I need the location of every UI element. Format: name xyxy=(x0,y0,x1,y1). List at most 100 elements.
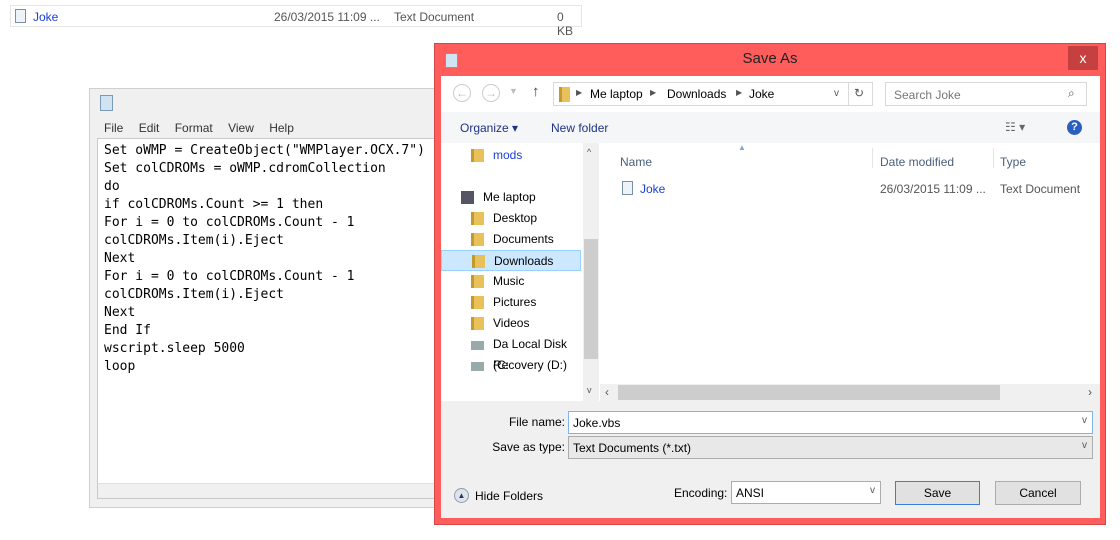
organize-button[interactable]: Organize ▾ xyxy=(460,121,518,135)
file-type: Text Document xyxy=(394,10,475,24)
breadcrumb-downloads[interactable]: Downloads xyxy=(667,87,726,101)
hide-folders-button[interactable]: Hide Folders xyxy=(475,489,543,503)
text-file-icon xyxy=(15,9,26,23)
nav-item-label: Videos xyxy=(493,316,530,330)
recent-dropdown-icon[interactable]: ▼ xyxy=(509,86,518,96)
nav-item-pictures[interactable]: Pictures xyxy=(441,292,581,313)
column-date-modified[interactable]: Date modified xyxy=(880,155,954,169)
background-file-row[interactable]: Joke 26/03/2015 11:09 ... Text Document … xyxy=(10,5,582,38)
file-size: 0 KB xyxy=(557,10,574,38)
code-line: Next xyxy=(104,251,136,266)
file-name-input[interactable]: Joke.vbs v xyxy=(568,411,1093,434)
file-name: Joke xyxy=(640,182,666,196)
nav-item-desktop[interactable]: Desktop xyxy=(441,208,581,229)
nav-item-label: Music xyxy=(493,274,525,288)
cancel-button[interactable]: Cancel xyxy=(995,481,1081,505)
nav-item-music[interactable]: Music xyxy=(441,271,581,292)
code-line: loop xyxy=(104,359,136,374)
chevron-down-icon: v xyxy=(1082,440,1087,451)
file-row[interactable]: Joke 26/03/2015 11:09 ... Text Document xyxy=(600,179,1100,199)
nav-item-videos[interactable]: Videos xyxy=(441,313,581,334)
file-name: Joke xyxy=(33,10,59,24)
chevron-down-icon: v xyxy=(870,485,875,496)
drive-icon xyxy=(471,341,484,350)
folder-icon xyxy=(471,275,484,288)
notepad-menu-bar: File Edit Format View Help xyxy=(104,121,306,135)
text-file-icon xyxy=(622,181,633,195)
nav-item-label: Pictures xyxy=(493,295,537,309)
folder-icon xyxy=(471,296,484,309)
folder-icon xyxy=(472,255,485,268)
folder-icon xyxy=(559,87,570,102)
nav-scrollbar[interactable]: ^ v xyxy=(583,143,599,401)
nav-item-label: Me laptop xyxy=(483,190,536,204)
menu-file[interactable]: File xyxy=(104,121,123,135)
new-folder-button[interactable]: New folder xyxy=(551,121,608,135)
notepad-window: File Edit Format View Help Set oWMP = Cr… xyxy=(89,88,449,508)
search-input[interactable]: Search Joke xyxy=(885,82,1087,106)
horizontal-scrollbar[interactable] xyxy=(98,483,436,498)
menu-view[interactable]: View xyxy=(228,121,254,135)
code-line: Set oWMP = CreateObject("WMPlayer.OCX.7"… xyxy=(104,143,425,158)
column-type[interactable]: Type xyxy=(1000,155,1026,169)
toolbar: Organize ▾ New folder ☷ ▾ ? xyxy=(441,112,1100,143)
search-icon: ⌕ xyxy=(1068,86,1075,100)
code-line: colCDROMs.Item(i).Eject xyxy=(104,287,285,302)
code-line: do xyxy=(104,179,120,194)
code-line: For i = 0 to colCDROMs.Count - 1 xyxy=(104,215,355,230)
file-type: Text Document xyxy=(1000,182,1081,196)
nav-item-label: Recovery (D:) xyxy=(493,358,568,372)
nav-item-mods[interactable]: mods xyxy=(441,145,581,166)
close-button[interactable]: x xyxy=(1068,46,1098,70)
nav-item-label: mods xyxy=(493,148,523,162)
column-name[interactable]: Name xyxy=(620,155,652,169)
save-options-panel: File name: Joke.vbs v Save as type: Text … xyxy=(441,401,1100,518)
up-icon[interactable]: ↑ xyxy=(532,83,540,100)
nav-item-label: Downloads xyxy=(494,254,554,268)
code-line: if colCDROMs.Count >= 1 then xyxy=(104,197,324,212)
breadcrumb-joke[interactable]: Joke xyxy=(749,87,774,101)
nav-item-label: Desktop xyxy=(493,211,538,225)
forward-icon[interactable]: → xyxy=(482,84,500,102)
file-list: ▲ Name Date modified Type Joke 26/03/201… xyxy=(600,143,1100,401)
back-icon[interactable]: ← xyxy=(453,84,471,102)
encoding-select[interactable]: ANSI v xyxy=(731,481,881,504)
nav-item-downloads[interactable]: Downloads xyxy=(441,250,581,271)
code-line: wscript.sleep 5000 xyxy=(104,341,245,356)
nav-item-da-local-disk-c[interactable]: Da Local Disk (C: xyxy=(441,334,581,372)
breadcrumb-me-laptop[interactable]: Me laptop xyxy=(590,87,643,101)
code-line: Set colCDROMs = oWMP.cdromCollection xyxy=(104,161,386,176)
sort-ascending-icon: ▲ xyxy=(738,143,746,152)
dialog-title: Save As xyxy=(742,50,798,67)
menu-edit[interactable]: Edit xyxy=(139,121,160,135)
save-button[interactable]: Save xyxy=(895,481,980,505)
save-as-type-select[interactable]: Text Documents (*.txt) v xyxy=(568,436,1093,459)
code-line: colCDROMs.Item(i).Eject xyxy=(104,233,285,248)
file-date: 26/03/2015 11:09 ... xyxy=(274,10,380,24)
menu-format[interactable]: Format xyxy=(175,121,213,135)
chevron-down-icon[interactable]: v xyxy=(834,88,839,99)
file-list-scrollbar[interactable]: ‹ › xyxy=(600,384,1100,401)
folder-icon xyxy=(471,317,484,330)
computer-icon xyxy=(461,191,474,204)
hide-folders-icon[interactable]: ▲ xyxy=(454,488,469,503)
file-date: 26/03/2015 11:09 ... xyxy=(880,182,986,196)
nav-item-recovery-d[interactable]: Recovery (D:) xyxy=(441,355,581,376)
help-icon[interactable]: ? xyxy=(1067,120,1082,135)
refresh-icon[interactable]: ↻ xyxy=(854,86,864,100)
code-line: For i = 0 to colCDROMs.Count - 1 xyxy=(104,269,355,284)
menu-help[interactable]: Help xyxy=(269,121,294,135)
view-options-icon[interactable]: ☷ ▾ xyxy=(1005,120,1025,134)
notepad-text-area[interactable]: Set oWMP = CreateObject("WMPlayer.OCX.7"… xyxy=(97,138,437,499)
address-bar[interactable]: ▶ Me laptop ▶ Downloads ▶ Joke v ↻ xyxy=(553,82,873,106)
nav-item-me-laptop[interactable]: Me laptop xyxy=(441,187,581,208)
encoding-label: Encoding: xyxy=(674,486,728,500)
code-line: Next xyxy=(104,305,136,320)
nav-item-label: Documents xyxy=(493,232,554,246)
save-as-type-label: Save as type: xyxy=(492,440,565,454)
file-name-label: File name: xyxy=(508,415,565,429)
folder-icon xyxy=(471,212,484,225)
nav-item-documents[interactable]: Documents xyxy=(441,229,581,250)
folder-icon xyxy=(471,149,484,162)
notepad-icon xyxy=(100,95,113,111)
